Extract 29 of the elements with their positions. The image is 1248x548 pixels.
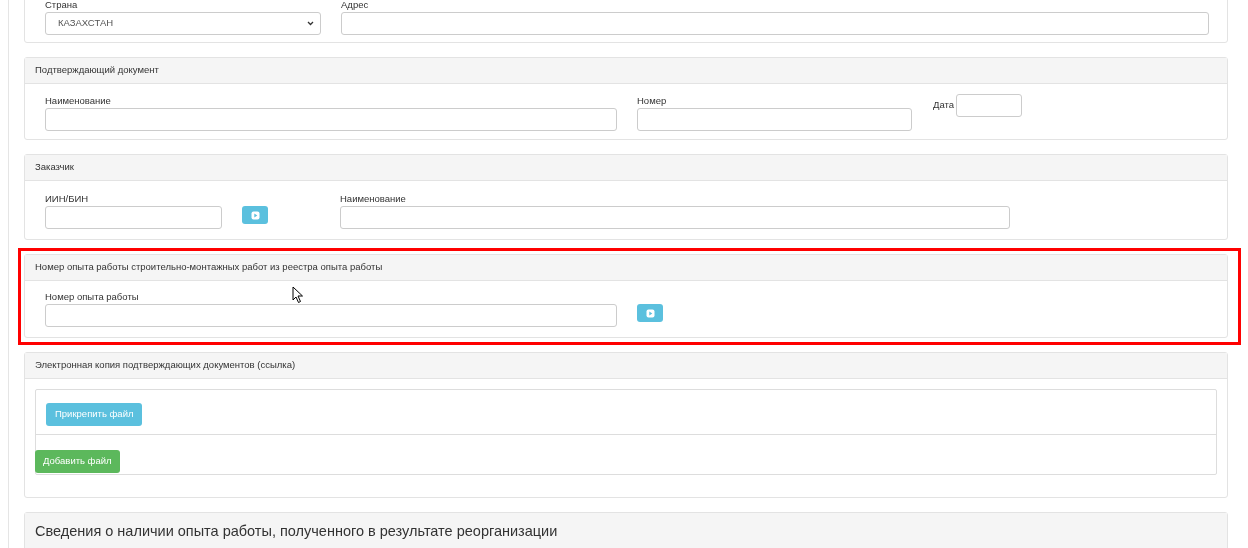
play-icon xyxy=(645,308,655,318)
add-file-button[interactable]: Добавить файл xyxy=(35,449,120,473)
input-field[interactable] xyxy=(341,12,1209,35)
panel-header: Номер опыта работы строительно-монтажных работ из реестра опыта работы xyxy=(25,255,1227,281)
lookup-button[interactable] xyxy=(242,206,268,224)
date-field[interactable] xyxy=(956,94,1023,117)
chevron-down-icon xyxy=(307,21,314,26)
field-label: Наименование xyxy=(45,95,111,107)
field-label: Номер опыта работы xyxy=(45,291,139,303)
panel-header: Подтверждающий документ xyxy=(25,58,1227,84)
country-select[interactable]: КАЗАХСТАН xyxy=(45,12,321,35)
field-label: ИИН/БИН xyxy=(45,193,89,205)
field-label: Адрес xyxy=(341,0,369,11)
field-label: Наименование xyxy=(340,193,406,205)
panel-header: Электронная копия подтверждающих документов (ссылка) xyxy=(25,353,1227,379)
lookup-button[interactable] xyxy=(637,304,663,322)
input-field[interactable] xyxy=(340,206,1010,229)
cursor-icon xyxy=(292,286,304,304)
panel-header: Заказчик xyxy=(25,155,1227,181)
input-field[interactable] xyxy=(45,108,617,131)
section-heading: Сведения о наличии опыта работы, полученного в результате реорганизации xyxy=(25,512,1227,548)
field-label: Страна xyxy=(45,0,78,11)
field-label: Номер xyxy=(637,95,667,107)
field-label: Дата xyxy=(933,98,955,113)
input-field[interactable] xyxy=(45,304,617,327)
play-icon xyxy=(250,210,260,220)
input-field[interactable] xyxy=(637,108,912,131)
attach-file-button[interactable]: Прикрепить файл xyxy=(46,402,143,426)
input-field[interactable] xyxy=(45,206,222,229)
